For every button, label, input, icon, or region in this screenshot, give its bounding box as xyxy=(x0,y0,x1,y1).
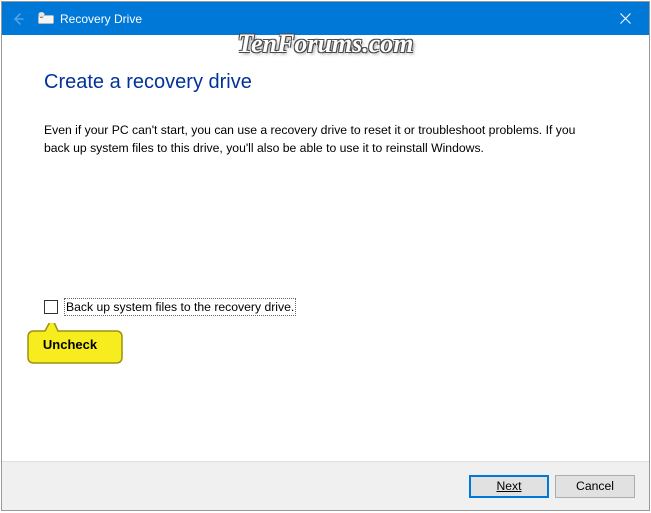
close-icon xyxy=(620,13,631,24)
dialog-footer: Next Cancel xyxy=(2,461,649,510)
page-heading: Create a recovery drive xyxy=(44,71,607,94)
body-text: Even if your PC can't start, you can use… xyxy=(44,122,604,157)
next-button[interactable]: Next xyxy=(469,475,549,498)
close-button[interactable] xyxy=(601,2,649,35)
back-arrow-icon xyxy=(10,11,26,27)
titlebar: Recovery Drive xyxy=(2,2,649,35)
next-button-label: Next xyxy=(496,479,521,494)
cancel-button-label: Cancel xyxy=(576,479,614,493)
uncheck-callout: Uncheck xyxy=(20,323,130,372)
recovery-drive-icon xyxy=(38,12,54,25)
back-button xyxy=(2,2,34,35)
content-area: Create a recovery drive Even if your PC … xyxy=(2,35,649,157)
backup-checkbox-row: Back up system files to the recovery dri… xyxy=(44,298,296,316)
callout-text: Uncheck xyxy=(20,337,120,352)
backup-checkbox[interactable] xyxy=(44,300,58,314)
backup-checkbox-label[interactable]: Back up system files to the recovery dri… xyxy=(64,298,296,316)
window-title: Recovery Drive xyxy=(60,12,142,26)
cancel-button[interactable]: Cancel xyxy=(555,475,635,498)
